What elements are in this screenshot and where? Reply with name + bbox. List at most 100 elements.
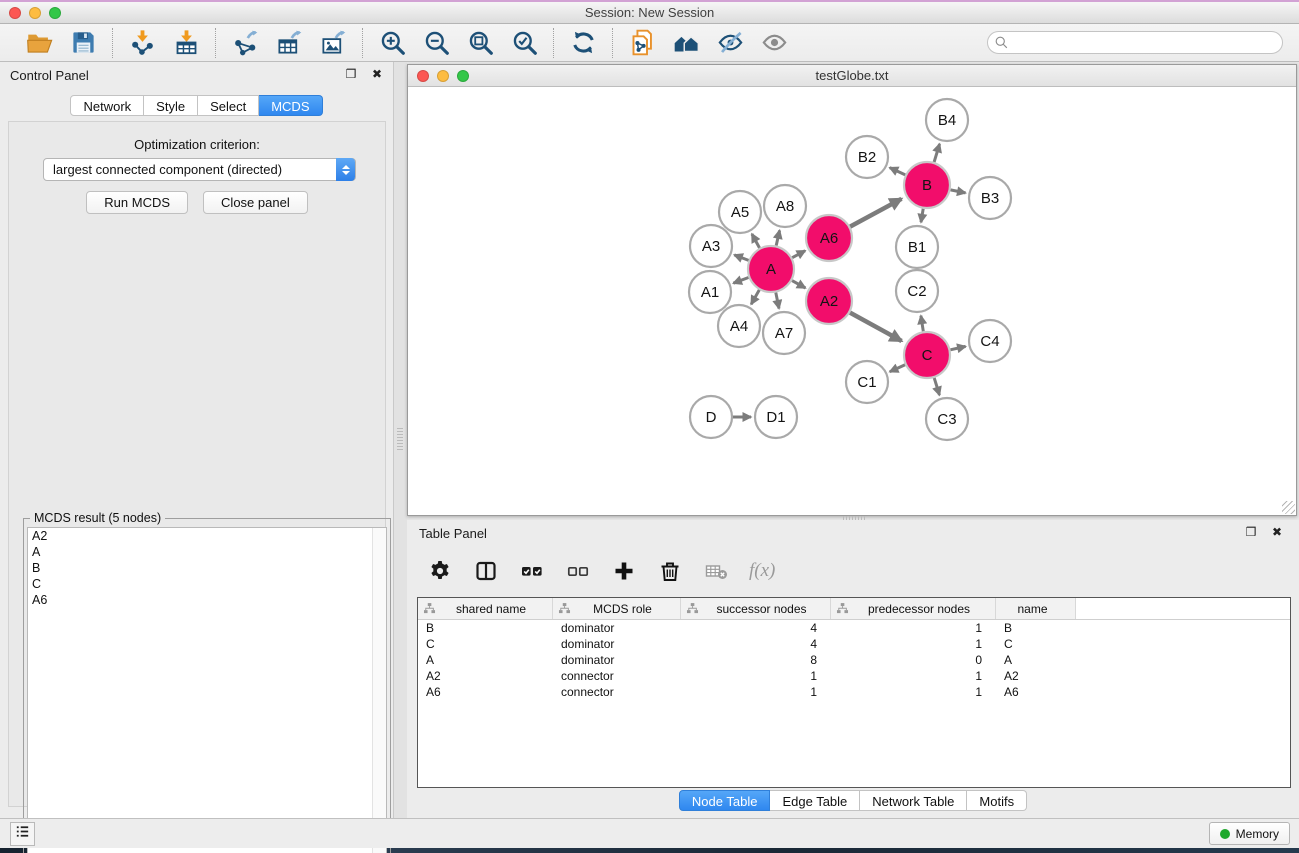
edge-B-B4[interactable] [934, 144, 940, 162]
node-A5[interactable]: A5 [719, 191, 761, 233]
show-all-icon[interactable] [759, 28, 789, 58]
float-panel-icon[interactable]: ❒ [343, 66, 359, 82]
node-A[interactable]: A [748, 246, 794, 292]
optimization-criterion-select[interactable]: largest connected component (directed) [43, 158, 356, 181]
cell[interactable]: C [996, 636, 1076, 652]
edge-B-B2[interactable] [890, 168, 906, 175]
hide-selected-icon[interactable] [715, 28, 745, 58]
zoom-traffic-light[interactable] [49, 7, 61, 19]
run-mcds-button[interactable]: Run MCDS [86, 191, 188, 214]
node-C[interactable]: C [904, 332, 950, 378]
edge-C-C3[interactable] [934, 378, 939, 395]
network-canvas[interactable]: B4 B2 B B3 A8 A5 A6 A3 B1 A A1 C2 A2 A4 … [408, 87, 1296, 515]
tab-style[interactable]: Style [144, 95, 198, 116]
column-header[interactable]: MCDS role [553, 598, 681, 619]
gear-icon[interactable] [427, 558, 453, 584]
cell[interactable]: C [418, 636, 553, 652]
node-C1[interactable]: C1 [846, 361, 888, 403]
node-C4[interactable]: C4 [969, 320, 1011, 362]
cell[interactable]: B [996, 620, 1076, 636]
node-C3[interactable]: C3 [926, 398, 968, 440]
edge-A-A8[interactable] [776, 230, 779, 245]
cell[interactable]: dominator [553, 620, 681, 636]
close-panel-button[interactable]: Close panel [203, 191, 308, 214]
cell[interactable]: A [418, 652, 553, 668]
cell[interactable]: 1 [831, 636, 996, 652]
node-A3[interactable]: A3 [690, 225, 732, 267]
edge-A-A5[interactable] [752, 234, 760, 248]
memory-button[interactable]: Memory [1209, 822, 1290, 845]
edge-A-A1[interactable] [733, 278, 748, 284]
cell[interactable]: 1 [831, 684, 996, 700]
close-panel-icon[interactable]: ✖ [1269, 524, 1285, 540]
zoom-out-icon[interactable] [421, 28, 451, 58]
node-D1[interactable]: D1 [755, 396, 797, 438]
edge-A-A2[interactable] [792, 281, 805, 288]
node-B[interactable]: B [904, 162, 950, 208]
tab-network-table[interactable]: Network Table [860, 790, 967, 811]
deselect-all-icon[interactable] [565, 558, 591, 584]
mcds-result-list[interactable]: A2ABCA6 [27, 527, 387, 853]
zoom-fit-icon[interactable] [465, 28, 495, 58]
export-table-icon[interactable] [274, 28, 304, 58]
close-panel-icon[interactable]: ✖ [369, 66, 385, 82]
tab-motifs[interactable]: Motifs [967, 790, 1027, 811]
add-icon[interactable] [611, 558, 637, 584]
edge-A-A3[interactable] [734, 255, 748, 261]
resize-grip[interactable] [1282, 501, 1295, 514]
edge-A6-B[interactable] [850, 199, 901, 227]
node-B2[interactable]: B2 [846, 136, 888, 178]
list-item[interactable]: A [28, 544, 386, 560]
node-A7[interactable]: A7 [763, 312, 805, 354]
cell[interactable]: 0 [831, 652, 996, 668]
minimize-traffic-light[interactable] [29, 7, 41, 19]
select-all-icon[interactable] [519, 558, 545, 584]
cell[interactable]: A6 [996, 684, 1076, 700]
node-D[interactable]: D [690, 396, 732, 438]
float-panel-icon[interactable]: ❒ [1243, 524, 1259, 540]
cell[interactable]: A2 [996, 668, 1076, 684]
edge-A-A7[interactable] [776, 293, 779, 309]
cell[interactable]: A2 [418, 668, 553, 684]
column-header[interactable]: name [996, 598, 1076, 619]
minimize-traffic-light[interactable] [437, 70, 449, 82]
network-window-titlebar[interactable]: testGlobe.txt [408, 65, 1296, 87]
list-item[interactable]: C [28, 576, 386, 592]
cell[interactable]: A6 [418, 684, 553, 700]
list-scrollbar[interactable] [372, 528, 386, 853]
export-image-icon[interactable] [318, 28, 348, 58]
export-network-icon[interactable] [230, 28, 260, 58]
column-header[interactable]: predecessor nodes [831, 598, 996, 619]
edge-B-B1[interactable] [921, 209, 923, 223]
node-A8[interactable]: A8 [764, 185, 806, 227]
zoom-traffic-light[interactable] [457, 70, 469, 82]
node-B3[interactable]: B3 [969, 177, 1011, 219]
edge-A-A4[interactable] [751, 290, 759, 304]
list-item[interactable]: A2 [28, 528, 386, 544]
cell[interactable]: 1 [831, 668, 996, 684]
edge-C-C2[interactable] [921, 316, 923, 332]
split-columns-icon[interactable] [473, 558, 499, 584]
cell[interactable]: 1 [681, 668, 831, 684]
cell[interactable]: 1 [681, 684, 831, 700]
cell[interactable]: connector [553, 668, 681, 684]
divider-grip[interactable] [397, 428, 403, 450]
zoom-in-icon[interactable] [377, 28, 407, 58]
save-icon[interactable] [68, 28, 98, 58]
tab-node-table[interactable]: Node Table [679, 790, 771, 811]
node-A4[interactable]: A4 [718, 305, 760, 347]
node-A1[interactable]: A1 [689, 271, 731, 313]
tab-edge-table[interactable]: Edge Table [770, 790, 860, 811]
node-A2[interactable]: A2 [806, 278, 852, 324]
search-input[interactable] [987, 31, 1283, 54]
cell[interactable]: dominator [553, 652, 681, 668]
delete-icon[interactable] [657, 558, 683, 584]
node-C2[interactable]: C2 [896, 270, 938, 312]
refresh-icon[interactable] [568, 28, 598, 58]
cell[interactable]: 1 [831, 620, 996, 636]
import-network-icon[interactable] [127, 28, 157, 58]
cell[interactable]: 8 [681, 652, 831, 668]
import-table-icon[interactable] [171, 28, 201, 58]
node-B1[interactable]: B1 [896, 226, 938, 268]
edge-A2-C[interactable] [850, 313, 902, 341]
